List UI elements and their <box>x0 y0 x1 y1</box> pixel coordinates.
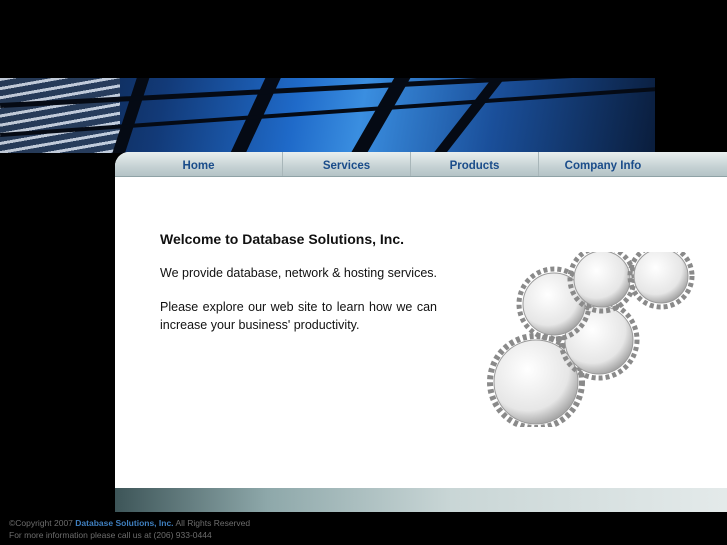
page-title: Welcome to Database Solutions, Inc. <box>160 231 405 247</box>
header-banner-image <box>0 78 655 153</box>
main-nav: Home Services Products Company Info <box>115 152 727 177</box>
copyright-line: ©Copyright 2007 Database Solutions, Inc.… <box>9 517 250 529</box>
company-link[interactable]: Database Solutions, Inc. <box>75 518 173 528</box>
main-panel: Home Services Products Company Info Welc… <box>115 152 727 512</box>
nav-company-info[interactable]: Company Info <box>539 152 667 176</box>
banner-beam <box>426 78 508 153</box>
banner-window-stripes <box>0 78 120 153</box>
welcome-content: Welcome to Database Solutions, Inc. We p… <box>160 230 437 350</box>
copyright-text: ©Copyright 2007 <box>9 518 73 528</box>
rights-text: All Rights Reserved <box>175 518 251 528</box>
contact-line: For more information please call us at (… <box>9 530 212 540</box>
nav-services[interactable]: Services <box>283 152 411 176</box>
gears-illustration <box>487 252 695 427</box>
explore-paragraph: Please explore our web site to learn how… <box>160 300 437 332</box>
nav-products[interactable]: Products <box>411 152 539 176</box>
gear-icon <box>627 252 695 310</box>
bottom-decorative-strip <box>115 488 727 512</box>
intro-paragraph: We provide database, network & hosting s… <box>160 266 437 280</box>
footer: ©Copyright 2007 Database Solutions, Inc.… <box>9 517 250 541</box>
nav-home[interactable]: Home <box>115 152 283 176</box>
